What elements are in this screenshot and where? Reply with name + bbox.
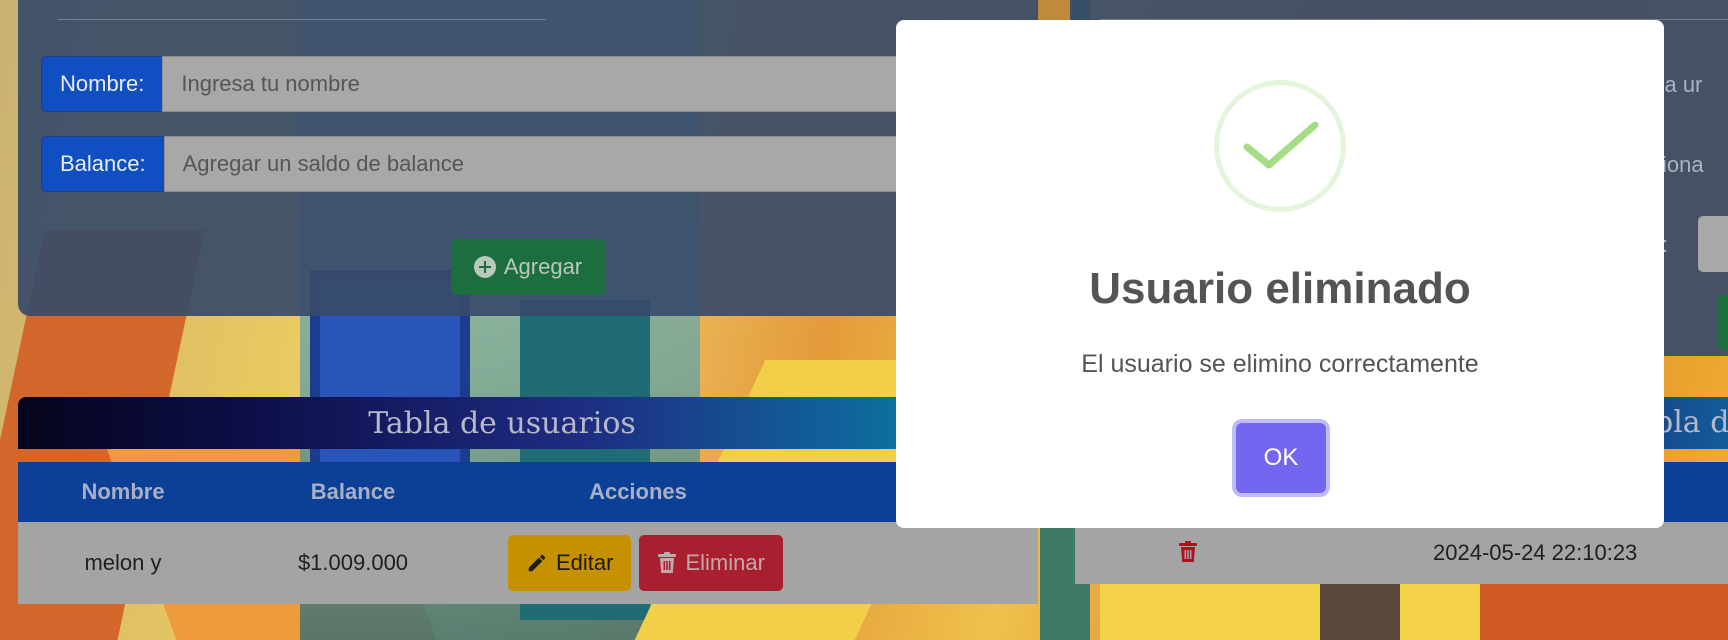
dialog-message: El usuario se elimino correctamente xyxy=(1081,350,1479,378)
dialog-title: Usuario eliminado xyxy=(1089,264,1471,313)
success-dialog: Usuario eliminado El usuario se elimino … xyxy=(896,20,1664,528)
ok-button[interactable]: OK xyxy=(1236,423,1326,493)
checkmark-icon xyxy=(1243,121,1319,169)
success-check-icon xyxy=(1214,80,1346,212)
